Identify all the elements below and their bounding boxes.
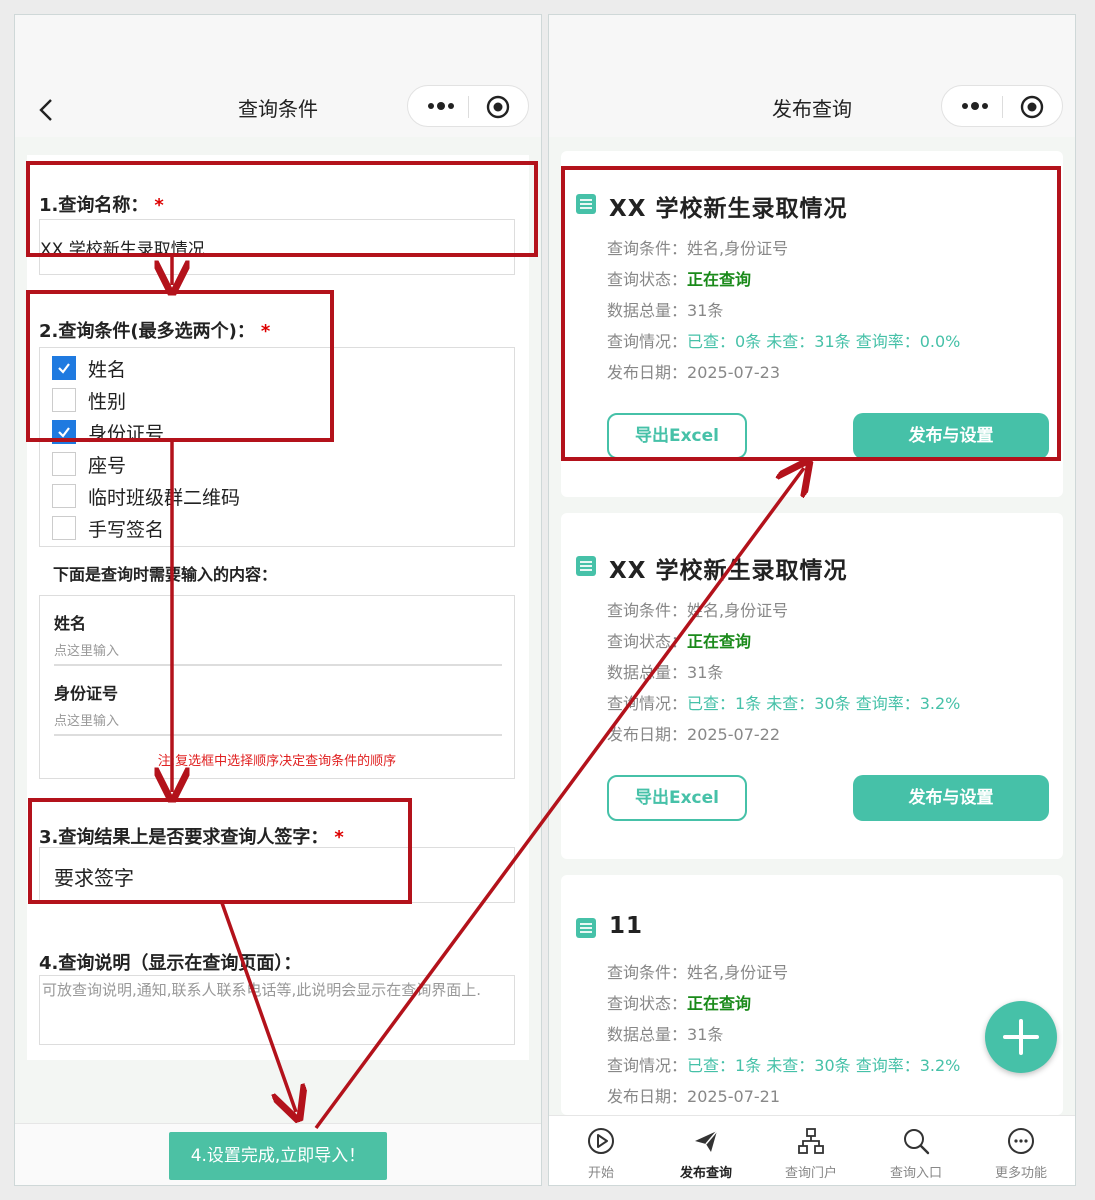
checkbox-checked[interactable] xyxy=(52,420,76,444)
required-mark: * xyxy=(154,195,164,216)
publish-date-row: 发布日期：2025-07-21 xyxy=(607,1087,780,1106)
query-condition-row: 查询条件：姓名,身份证号 xyxy=(607,239,789,258)
search-icon xyxy=(904,1129,930,1155)
checkbox-unchecked[interactable] xyxy=(52,388,76,412)
preview-name-input[interactable]: 点这里输入 xyxy=(54,640,502,666)
tab-start[interactable]: 开始 xyxy=(549,1116,653,1185)
query-status-row: 查询状态：正在查询 xyxy=(607,270,752,289)
preview-id-label: 身份证号 xyxy=(54,684,119,703)
query-name-input[interactable]: XX 学校新生录取情况 xyxy=(39,219,515,275)
query-condition-row: 查询条件：姓名,身份证号 xyxy=(607,601,789,620)
query-status-row: 查询状态：正在查询 xyxy=(607,632,752,651)
signature-label: 3.查询结果上是否要求查询人签字： * xyxy=(39,827,344,848)
description-textarea[interactable]: 可放查询说明,通知,联系人联系电话等,此说明会显示在查询界面上. xyxy=(39,975,515,1045)
nav-bar: 发布查询 xyxy=(549,15,1075,137)
checkbox-option-gender[interactable]: 性别 xyxy=(52,386,126,414)
data-total-row: 数据总量：31条 xyxy=(607,301,724,320)
checkbox-unchecked[interactable] xyxy=(52,516,76,540)
tab-label: 查询入口 xyxy=(889,1166,942,1181)
close-target-icon[interactable] xyxy=(1020,95,1044,119)
import-button[interactable]: 4.设置完成,立即导入！ xyxy=(169,1132,387,1180)
tab-publish-query[interactable]: 发布查询 xyxy=(654,1116,758,1185)
check-icon xyxy=(58,363,70,374)
more-circle-icon xyxy=(1008,1128,1034,1154)
checkbox-option-id-number[interactable]: 身份证号 xyxy=(52,418,164,446)
plus-icon xyxy=(1003,1019,1039,1055)
query-card-title: XX 学校新生录取情况 xyxy=(609,196,848,222)
publish-date-row: 发布日期：2025-07-23 xyxy=(607,363,780,382)
query-progress-row: 查询情况：已查：1条 未查：30条 查询率：3.2% xyxy=(607,694,961,713)
checkbox-unchecked[interactable] xyxy=(52,452,76,476)
capsule-divider xyxy=(468,96,469,118)
signature-select[interactable]: 要求签字 xyxy=(39,847,515,903)
paper-plane-icon xyxy=(695,1130,718,1152)
list-doc-icon xyxy=(576,918,596,938)
query-status-row: 查询状态：正在查询 xyxy=(607,994,752,1013)
checkbox-unchecked[interactable] xyxy=(52,484,76,508)
publish-settings-button[interactable]: 发布与设置 xyxy=(853,413,1049,459)
publish-settings-button[interactable]: 发布与设置 xyxy=(853,775,1049,821)
more-dots-icon[interactable] xyxy=(426,98,456,114)
checkbox-checked[interactable] xyxy=(52,356,76,380)
query-conditions-label: 2.查询条件(最多选两个)： * xyxy=(39,321,271,342)
status-badge: 正在查询 xyxy=(687,632,752,651)
checkbox-option-signature[interactable]: 手写签名 xyxy=(52,514,164,542)
play-circle-icon xyxy=(588,1128,614,1154)
tab-label: 发布查询 xyxy=(679,1166,732,1181)
input-preview-box: 姓名 点这里输入 身份证号 点这里输入 注:复选框中选择顺序决定查询条件的顺序 xyxy=(39,595,515,779)
tab-query-entry[interactable]: 查询入口 xyxy=(864,1116,968,1185)
description-label: 4.查询说明（显示在查询页面）： xyxy=(39,953,302,974)
query-card-title: XX 学校新生录取情况 xyxy=(609,558,848,584)
left-screen: 查询条件 1.查询名称： * XX 学校新生录取情况 2.查询条件(最多选两个)：… xyxy=(14,14,542,1186)
checkbox-option-seat-number[interactable]: 座号 xyxy=(52,450,126,478)
checkbox-option-class-qr[interactable]: 临时班级群二维码 xyxy=(52,482,240,510)
order-note: 注:复选框中选择顺序决定查询条件的顺序 xyxy=(157,754,397,769)
required-mark: * xyxy=(334,827,344,848)
more-dots-icon[interactable] xyxy=(960,98,990,114)
data-total-row: 数据总量：31条 xyxy=(607,1025,724,1044)
list-doc-icon xyxy=(576,194,596,214)
query-condition-row: 查询条件：姓名,身份证号 xyxy=(607,963,789,982)
preview-name-label: 姓名 xyxy=(54,614,87,633)
query-progress-row: 查询情况：已查：1条 未查：30条 查询率：3.2% xyxy=(607,1056,961,1075)
capsule-divider xyxy=(1002,96,1003,118)
tab-more-features[interactable]: 更多功能 xyxy=(969,1116,1073,1185)
query-card: XX 学校新生录取情况 查询条件：姓名,身份证号 查询状态：正在查询 数据总量：… xyxy=(561,513,1063,859)
status-badge: 正在查询 xyxy=(687,994,752,1013)
input-hint-title: 下面是查询时需要输入的内容： xyxy=(53,565,278,584)
query-progress-row: 查询情况：已查：0条 未查：31条 查询率：0.0% xyxy=(607,332,961,351)
check-icon xyxy=(58,427,70,438)
close-target-icon[interactable] xyxy=(486,95,510,119)
data-total-row: 数据总量：31条 xyxy=(607,663,724,682)
nav-bar: 查询条件 xyxy=(15,15,541,137)
publish-date-row: 发布日期：2025-07-22 xyxy=(607,725,780,744)
bottom-tab-bar: 开始 发布查询 查询门户 查询入口 更多功能 xyxy=(549,1115,1075,1185)
export-excel-button[interactable]: 导出Excel xyxy=(607,775,747,821)
status-badge: 正在查询 xyxy=(687,270,752,289)
query-card: 11 查询条件：姓名,身份证号 查询状态：正在查询 数据总量：31条 查询情况：… xyxy=(561,875,1063,1115)
condition-checkbox-group: 姓名 性别 身份证号 座号 临时班级群二维码 手写签名 xyxy=(39,347,515,547)
tab-label: 开始 xyxy=(587,1166,614,1181)
bottom-action-bar: 4.设置完成,立即导入！ xyxy=(15,1123,541,1185)
query-card-title: 11 xyxy=(609,913,644,939)
query-form: 1.查询名称： * XX 学校新生录取情况 2.查询条件(最多选两个)： * 姓名 … xyxy=(27,155,529,1060)
preview-id-input[interactable]: 点这里输入 xyxy=(54,710,502,736)
add-query-fab[interactable] xyxy=(985,1001,1057,1073)
query-card: XX 学校新生录取情况 查询条件：姓名,身份证号 查询状态：正在查询 数据总量：… xyxy=(561,151,1063,497)
list-doc-icon xyxy=(576,556,596,576)
query-name-label: 1.查询名称： * xyxy=(39,195,164,216)
required-mark: * xyxy=(260,321,271,342)
checkbox-option-name[interactable]: 姓名 xyxy=(52,354,126,382)
tab-label: 更多功能 xyxy=(994,1166,1047,1181)
export-excel-button[interactable]: 导出Excel xyxy=(607,413,747,459)
mini-program-capsule xyxy=(407,85,529,127)
right-screen: 发布查询 XX 学校新生录取情况 查询条件：姓名,身份证号 查询状态：正在查询 … xyxy=(548,14,1076,1186)
mini-program-capsule xyxy=(941,85,1063,127)
sitemap-icon xyxy=(798,1128,824,1154)
tab-query-portal[interactable]: 查询门户 xyxy=(759,1116,863,1185)
tab-label: 查询门户 xyxy=(784,1166,837,1181)
